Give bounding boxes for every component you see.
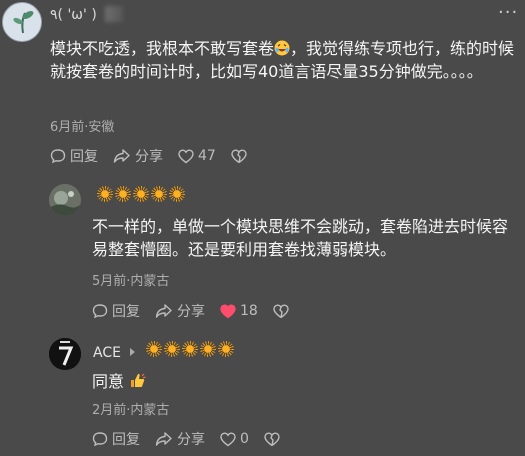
dislike-button[interactable] bbox=[264, 431, 284, 447]
reply-button[interactable]: 回复 bbox=[92, 301, 140, 321]
comment-actions: 回复 分享 0 bbox=[92, 429, 284, 449]
comment-bubble-icon bbox=[50, 149, 66, 164]
caret-right-icon bbox=[130, 348, 136, 356]
like-count: 0 bbox=[240, 431, 249, 447]
sun-icon bbox=[199, 341, 216, 357]
avatar[interactable] bbox=[49, 184, 81, 216]
share-arrow-icon bbox=[113, 149, 130, 163]
reply-button[interactable]: 回复 bbox=[50, 146, 98, 166]
sun-icon bbox=[163, 341, 180, 357]
heart-icon bbox=[220, 303, 236, 318]
more-options-icon[interactable]: ··· bbox=[498, 2, 518, 23]
thumbs-up-emoji-icon bbox=[131, 373, 146, 387]
comment-meta: 6月前·安徽 bbox=[50, 120, 115, 135]
username[interactable] bbox=[93, 186, 187, 206]
comment-meta: 5月前·内蒙古 bbox=[92, 274, 170, 289]
sun-icon bbox=[97, 186, 113, 202]
share-label: 分享 bbox=[177, 432, 205, 448]
comment-text: 模块不吃透，我根本不敢写套卷 ，我觉得练专项也行，练的时候就按套卷的时间计时，比如… bbox=[50, 39, 515, 81]
reply-comment-1: 不一样的，单做一个模块思维不会跳动，套卷陷进去时候容易整套懵圈。还是要利用套卷找… bbox=[0, 175, 525, 325]
sun-icon bbox=[145, 341, 162, 357]
sun-icon bbox=[133, 186, 149, 202]
dislike-button[interactable] bbox=[273, 303, 293, 319]
dislike-button[interactable] bbox=[231, 148, 251, 164]
broken-heart-icon bbox=[231, 148, 247, 163]
avatar[interactable] bbox=[2, 2, 42, 42]
sun-icon bbox=[217, 341, 234, 357]
sun-emoji-row bbox=[145, 341, 236, 357]
comment-actions: 回复 分享 47 bbox=[50, 146, 251, 166]
like-count: 18 bbox=[240, 303, 258, 319]
avatar[interactable] bbox=[49, 338, 81, 370]
comment-1: ٩( 'ω' ) ··· 模块不吃透，我根本不敢写套卷 ，我觉得练专项也行，练的时… bbox=[0, 0, 525, 175]
share-label: 分享 bbox=[135, 149, 163, 165]
reply-comment-2: ACE 同意 2月前·内蒙古 回复 分享 0 bbox=[0, 325, 525, 456]
sun-icon bbox=[181, 341, 198, 357]
avatar-plant-image bbox=[3, 3, 41, 41]
heart-icon bbox=[220, 431, 236, 446]
reply-label: 回复 bbox=[112, 432, 140, 448]
comment-bubble-icon bbox=[92, 432, 108, 447]
comment-meta: 2月前·内蒙古 bbox=[92, 403, 170, 418]
username-blurred-part bbox=[105, 6, 123, 22]
like-button[interactable]: 0 bbox=[220, 431, 249, 447]
share-label: 分享 bbox=[177, 304, 205, 320]
comment-text: 不一样的，单做一个模块思维不会跳动，套卷陷进去时候容易整套懵圈。还是要利用套卷找… bbox=[92, 217, 509, 259]
share-arrow-icon bbox=[155, 304, 172, 318]
like-button[interactable]: 18 bbox=[220, 303, 258, 319]
like-button[interactable]: 47 bbox=[178, 148, 216, 164]
like-count: 47 bbox=[198, 148, 216, 164]
username[interactable]: ACE bbox=[93, 341, 236, 361]
sun-icon bbox=[151, 186, 167, 202]
avatar-number-seven-image bbox=[49, 338, 81, 370]
share-button[interactable]: 分享 bbox=[113, 146, 163, 166]
reply-label: 回复 bbox=[112, 304, 140, 320]
reply-label: 回复 bbox=[70, 149, 98, 165]
broken-heart-icon bbox=[273, 303, 289, 318]
comment-actions: 回复 分享 18 bbox=[92, 301, 293, 321]
sun-icon bbox=[169, 186, 185, 202]
avatar-landscape-image bbox=[49, 184, 81, 216]
share-button[interactable]: 分享 bbox=[155, 429, 205, 449]
share-arrow-icon bbox=[155, 432, 172, 446]
comment-text: 同意 bbox=[92, 370, 517, 393]
sun-emoji-row bbox=[97, 186, 187, 202]
heart-icon bbox=[178, 148, 194, 163]
sun-icon bbox=[115, 186, 131, 202]
reply-button[interactable]: 回复 bbox=[92, 429, 140, 449]
comment-bubble-icon bbox=[92, 304, 108, 319]
broken-heart-icon bbox=[264, 431, 280, 446]
laughing-tears-emoji-icon bbox=[274, 40, 290, 56]
share-button[interactable]: 分享 bbox=[155, 301, 205, 321]
username[interactable]: ٩( 'ω' ) bbox=[50, 7, 97, 23]
